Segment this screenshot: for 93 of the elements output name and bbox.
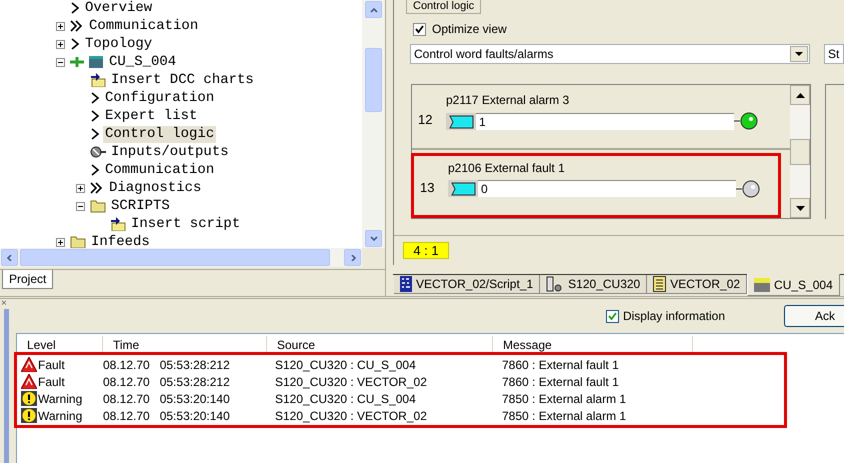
scroll-right-button[interactable] xyxy=(344,249,361,266)
value-field: 1 xyxy=(476,112,734,130)
tree-item[interactable]: SCRIPTS xyxy=(109,198,172,214)
tab[interactable]: Project xyxy=(2,270,54,289)
source-cell-text: S120_CU320 : CU_S_004 xyxy=(275,390,417,408)
level-text: Fault xyxy=(38,374,65,390)
level-text: Warning xyxy=(38,390,82,408)
time-cell-text: 08.12.70 05:53:20:140 xyxy=(103,408,231,424)
chevron-icon xyxy=(90,109,100,123)
text-field[interactable]: St xyxy=(824,44,844,64)
expand-box[interactable] xyxy=(56,40,65,48)
tree-item[interactable]: Overview xyxy=(83,0,154,16)
message-cell-text: 7860 : External fault 1 xyxy=(502,356,619,374)
vertical-scrollbar[interactable] xyxy=(790,85,810,218)
acknowledge-button[interactable]: Ack xyxy=(784,305,844,327)
tree-item[interactable]: Infeeds xyxy=(89,234,152,248)
tab[interactable]: VECTOR_02/Script_1 xyxy=(394,275,540,294)
warning-circle-icon xyxy=(21,408,37,423)
parameter-title: p2106 External fault 1 xyxy=(448,160,566,177)
scroll-up-button[interactable] xyxy=(790,85,810,105)
chevron-icon xyxy=(70,1,80,15)
tree-item[interactable]: Configuration xyxy=(103,90,216,106)
close-button[interactable]: × xyxy=(0,299,12,309)
tab[interactable]: S120_CU320 xyxy=(540,275,648,294)
column-header[interactable]: Time xyxy=(103,336,267,352)
scroll-thumb[interactable] xyxy=(790,139,810,165)
level-text: Fault xyxy=(38,356,65,374)
chevron-icon xyxy=(90,127,100,141)
column-header[interactable]: Source xyxy=(267,336,493,352)
tab[interactable]: VECTOR_02 xyxy=(647,275,748,294)
cu-icon xyxy=(754,278,770,292)
arrow-up-icon xyxy=(796,92,804,98)
expand-box[interactable] xyxy=(56,22,65,30)
connector-input-icon xyxy=(446,112,476,130)
row-number: 12 xyxy=(418,111,434,129)
message-cell-text: 7850 : External alarm 1 xyxy=(502,408,626,424)
double-chevron-icon xyxy=(70,19,84,33)
time-cell-text: 08.12.70 05:53:28:212 xyxy=(103,356,231,374)
fault-triangle-icon xyxy=(21,357,37,372)
scroll-thumb[interactable] xyxy=(365,48,382,112)
scroll-left-button[interactable] xyxy=(1,249,18,266)
insert-folder-icon xyxy=(110,217,126,231)
level-text: Warning xyxy=(38,408,82,424)
tree-item[interactable]: Expert list xyxy=(103,108,200,124)
folder-icon xyxy=(90,199,106,213)
time-cell-text: 08.12.70 05:53:28:212 xyxy=(103,374,231,390)
value-field: 0 xyxy=(478,180,736,198)
message-cell-text: 7850 : External alarm 1 xyxy=(502,390,626,408)
tree-item[interactable]: Communication xyxy=(103,162,216,178)
tree-item[interactable]: Insert script xyxy=(129,216,242,232)
row-number: 13 xyxy=(420,178,436,197)
grid-document-icon xyxy=(400,276,412,292)
connector-input-icon xyxy=(448,180,478,198)
source-cell-text: S120_CU320 : VECTOR_02 xyxy=(275,374,428,390)
tree-item[interactable]: Topology xyxy=(83,36,154,52)
checkbox[interactable] xyxy=(413,22,426,36)
fault-triangle-icon xyxy=(21,374,37,389)
double-chevron-icon xyxy=(90,181,104,195)
column-header[interactable]: Level xyxy=(17,336,103,352)
checkbox-label: Optimize view xyxy=(432,21,507,38)
tab[interactable]: Control logic xyxy=(406,0,482,14)
checkbox-label: Display information xyxy=(622,308,725,325)
scroll-thumb[interactable] xyxy=(20,249,330,266)
tree-item[interactable]: CU_S_004 xyxy=(107,54,178,70)
collapse-box[interactable] xyxy=(56,58,65,66)
vertical-scrollbar[interactable] xyxy=(362,0,385,248)
collapse-box[interactable] xyxy=(76,202,85,210)
source-cell-text: S120_CU320 : CU_S_004 xyxy=(275,356,417,374)
parameter-title: p2117 External alarm 3 xyxy=(446,92,570,109)
chevron-icon xyxy=(70,37,80,51)
message-cell-text: 7860 : External fault 1 xyxy=(502,374,619,390)
tree-item[interactable]: Insert DCC charts xyxy=(109,72,256,88)
tree-item[interactable]: Diagnostics xyxy=(107,180,204,196)
dropdown[interactable]: Control word faults/alarms xyxy=(410,44,810,64)
warning-circle-icon xyxy=(21,391,37,406)
insert-folder-icon xyxy=(90,73,106,87)
expand-box[interactable] xyxy=(76,184,85,192)
source-cell-text: S120_CU320 : VECTOR_02 xyxy=(275,408,428,424)
zoom-indicator: 4 : 1 xyxy=(403,242,449,259)
chevron-icon xyxy=(90,91,100,105)
column-header[interactable]: Message xyxy=(493,336,693,352)
time-cell-text: 08.12.70 05:53:20:140 xyxy=(103,390,231,408)
tree-item[interactable]: Control logic xyxy=(103,126,216,142)
device-icon xyxy=(70,55,104,69)
tab[interactable]: CU_S_004 xyxy=(747,274,840,296)
checkbox[interactable] xyxy=(606,310,619,322)
tree-item[interactable]: Communication xyxy=(87,18,200,34)
chevron-icon xyxy=(90,163,100,177)
scroll-down-button[interactable] xyxy=(790,198,810,218)
expand-box[interactable] xyxy=(56,238,65,246)
arrow-down-icon xyxy=(796,206,804,210)
plug-icon xyxy=(90,145,106,159)
tree-item[interactable]: Inputs/outputs xyxy=(109,144,231,160)
